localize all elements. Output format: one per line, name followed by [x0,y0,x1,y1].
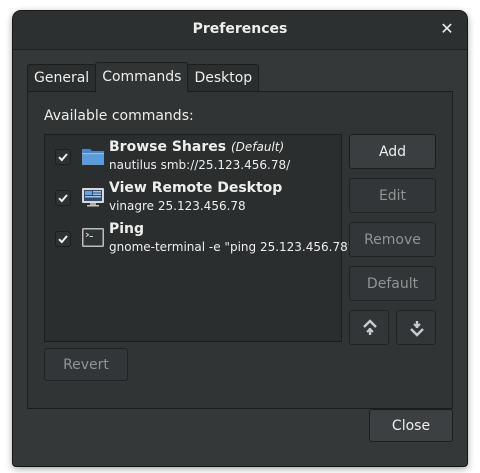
tab-desktop[interactable]: Desktop [187,64,260,91]
tab-bar: General Commands Desktop [27,62,260,92]
command-name: Ping [109,221,145,237]
titlebar: Preferences ✕ [13,11,467,50]
move-up-icon [363,319,377,335]
enable-checkbox[interactable] [55,190,71,206]
remote-desktop-icon [82,188,104,207]
tab-general[interactable]: General [27,64,97,91]
remove-button[interactable]: Remove [349,222,436,257]
revert-button[interactable]: Revert [44,348,128,381]
list-item-ping[interactable]: Ping gnome-terminal -e "ping 25.123.456.… [45,217,353,258]
command-exec: gnome-terminal -e "ping 25.123.456.78" [109,240,354,254]
command-name-text: Browse Shares [109,139,227,155]
window-title: Preferences [192,21,288,37]
commands-list[interactable]: Browse Shares (Default) nautilus smb://2… [44,134,353,342]
command-exec: vinagre 25.123.456.78 [109,199,246,213]
list-item-browse-shares[interactable]: Browse Shares (Default) nautilus smb://2… [45,135,341,176]
command-name: Browse Shares (Default) [109,139,284,155]
move-down-icon [410,321,424,337]
move-down-button[interactable] [396,310,436,345]
edit-button[interactable]: Edit [349,178,436,213]
command-name: View Remote Desktop [109,180,283,196]
enable-checkbox[interactable] [55,231,71,247]
preferences-window: Preferences ✕ General Commands Desktop A… [13,11,467,466]
commands-page: Available commands: Browse Shares (Defau… [27,91,453,409]
folder-icon [82,149,104,165]
available-commands-label: Available commands: [44,108,194,124]
default-tag: (Default) [230,140,285,154]
default-button[interactable]: Default [349,266,436,301]
command-exec: nautilus smb://25.123.456.78/ [109,158,291,172]
move-up-button[interactable] [349,310,389,345]
tab-commands[interactable]: Commands [95,62,189,92]
list-item-view-remote-desktop[interactable]: View Remote Desktop vinagre 25.123.456.7… [45,176,341,217]
enable-checkbox[interactable] [55,149,71,165]
close-button[interactable]: Close [369,409,453,442]
add-button[interactable]: Add [349,134,436,169]
window-close-icon[interactable]: ✕ [437,19,457,39]
terminal-icon [82,228,104,247]
